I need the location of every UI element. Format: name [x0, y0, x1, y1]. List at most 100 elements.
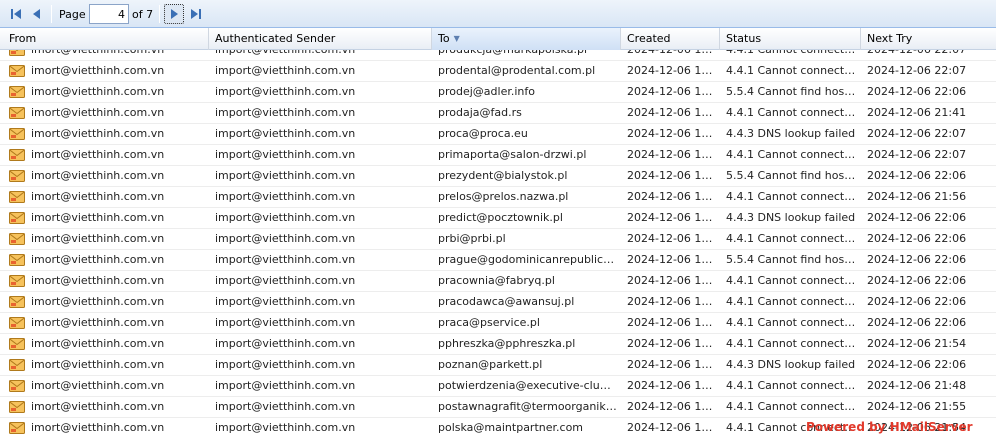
cell-to: pphreszka@pphreszka.pl	[438, 337, 576, 350]
cell-from: imort@vietthinh.com.vn	[31, 358, 165, 371]
page-count-label: of 7	[132, 8, 154, 21]
cell-authenticated-sender: import@vietthinh.com.vn	[215, 148, 356, 161]
column-header-next-try[interactable]: Next Try	[861, 28, 996, 50]
cell-status: 4.4.3 DNS lookup failed	[726, 358, 856, 371]
envelope-icon	[9, 191, 25, 203]
table-row[interactable]: imort@vietthinh.com.vn import@vietthinh.c…	[0, 145, 996, 166]
envelope-icon	[9, 128, 25, 140]
toolbar-separator	[51, 5, 52, 23]
column-header-label: To	[438, 32, 450, 45]
table-row[interactable]: imort@vietthinh.com.vn import@vietthinh.c…	[0, 208, 996, 229]
table-row[interactable]: imort@vietthinh.com.vn import@vietthinh.c…	[0, 313, 996, 334]
cell-next-try: 2024-12-06 22:06	[867, 85, 967, 98]
cell-to: prodej@adler.info	[438, 85, 535, 98]
column-header-to[interactable]: To ▼	[432, 28, 621, 50]
cell-to: pracodawca@awansuj.pl	[438, 295, 575, 308]
cell-created: 2024-12-06 1…	[627, 211, 713, 224]
cell-created: 2024-12-06 1…	[627, 337, 713, 350]
cell-authenticated-sender: import@vietthinh.com.vn	[215, 421, 356, 434]
cell-from: imort@vietthinh.com.vn	[31, 232, 165, 245]
column-header-created[interactable]: Created	[621, 28, 720, 50]
envelope-icon	[9, 50, 25, 56]
cell-status: 5.5.4 Cannot find hos…	[726, 85, 856, 98]
column-header-from[interactable]: From	[0, 28, 209, 50]
cell-from: imort@vietthinh.com.vn	[31, 64, 165, 77]
table-row[interactable]: imort@vietthinh.com.vn import@vietthinh.c…	[0, 103, 996, 124]
cell-created: 2024-12-06 1…	[627, 379, 713, 392]
cell-authenticated-sender: import@vietthinh.com.vn	[215, 50, 430, 60]
cell-to: pracownia@fabryq.pl	[438, 274, 555, 287]
cell-next-try: 2024-12-06 21:56	[867, 190, 967, 203]
table-row[interactable]: imort@vietthinh.com.vn import@vietthinh.c…	[0, 292, 996, 313]
envelope-icon	[9, 212, 25, 224]
last-page-button[interactable]	[186, 4, 206, 24]
envelope-icon	[9, 65, 25, 77]
table-row[interactable]: imort@vietthinh.com.vn import@vietthinh.c…	[0, 187, 996, 208]
envelope-icon	[9, 380, 25, 392]
table-row[interactable]: imort@vietthinh.com.vn import@vietthinh.c…	[0, 376, 996, 397]
cell-next-try: 2024-12-06 22:06	[867, 211, 967, 224]
cell-next-try: 2024-12-06 22:06	[867, 253, 967, 266]
cell-created: 2024-12-06 1…	[627, 106, 713, 119]
cell-from: imort@vietthinh.com.vn	[31, 127, 165, 140]
cell-created: 2024-12-06 1…	[627, 421, 713, 434]
table-row[interactable]: imort@vietthinh.com.vn import@vietthinh.c…	[0, 61, 996, 82]
cell-from: imort@vietthinh.com.vn	[31, 190, 165, 203]
table-row[interactable]: imort@vietthinh.com.vn import@vietthinh.c…	[0, 50, 996, 61]
envelope-icon	[9, 86, 25, 98]
cell-to: prezydent@bialystok.pl	[438, 169, 568, 182]
cell-to: potwierdzenia@executive-clu…	[438, 379, 611, 392]
cell-authenticated-sender: import@vietthinh.com.vn	[215, 379, 356, 392]
cell-to: praca@pservice.pl	[438, 316, 540, 329]
cell-from: imort@vietthinh.com.vn	[31, 106, 165, 119]
cell-next-try: 2024-12-06 21:48	[867, 379, 967, 392]
cell-status: 4.4.3 DNS lookup failed	[726, 127, 856, 140]
table-row[interactable]: imort@vietthinh.com.vn import@vietthinh.c…	[0, 250, 996, 271]
envelope-icon	[9, 359, 25, 371]
grid-body[interactable]: imort@vietthinh.com.vn import@vietthinh.c…	[0, 50, 996, 435]
cell-to: proca@proca.eu	[438, 127, 528, 140]
cell-next-try: 2024-12-06 22:06	[867, 295, 967, 308]
column-header-status[interactable]: Status	[720, 28, 861, 50]
cell-created: 2024-12-06 1…	[627, 190, 713, 203]
next-page-button[interactable]	[164, 4, 184, 24]
first-page-button[interactable]	[6, 4, 26, 24]
cell-created: 2024-12-06 1…	[627, 232, 713, 245]
table-row[interactable]: imort@vietthinh.com.vn import@vietthinh.c…	[0, 124, 996, 145]
prev-page-button[interactable]	[27, 4, 47, 24]
cell-next-try: 2024-12-06 22:06	[867, 274, 967, 287]
cell-authenticated-sender: import@vietthinh.com.vn	[215, 64, 356, 77]
table-row[interactable]: imort@vietthinh.com.vn import@vietthinh.c…	[0, 355, 996, 376]
column-header-label: Status	[726, 32, 762, 45]
cell-to: prague@godominicanrepublic…	[438, 253, 615, 266]
page-number-input[interactable]	[89, 4, 129, 24]
first-page-icon	[11, 9, 21, 19]
grid-rows: imort@vietthinh.com.vn import@vietthinh.c…	[0, 50, 996, 435]
envelope-icon	[9, 275, 25, 287]
cell-next-try: 2024-12-06 21:55	[867, 400, 967, 413]
table-row[interactable]: imort@vietthinh.com.vn import@vietthinh.c…	[0, 334, 996, 355]
table-row[interactable]: imort@vietthinh.com.vn import@vietthinh.c…	[0, 271, 996, 292]
table-row[interactable]: imort@vietthinh.com.vn import@vietthinh.c…	[0, 166, 996, 187]
cell-from: imort@vietthinh.com.vn	[31, 274, 165, 287]
envelope-icon	[9, 422, 25, 434]
cell-created: 2024-12-06 1…	[627, 85, 713, 98]
cell-to: prelos@prelos.nazwa.pl	[438, 190, 569, 203]
cell-authenticated-sender: import@vietthinh.com.vn	[215, 295, 356, 308]
table-row[interactable]: imort@vietthinh.com.vn import@vietthinh.c…	[0, 229, 996, 250]
cell-status: 4.4.1 Cannot connect…	[726, 50, 859, 60]
cell-status: 4.4.3 DNS lookup failed	[726, 211, 856, 224]
table-row[interactable]: imort@vietthinh.com.vn import@vietthinh.c…	[0, 82, 996, 103]
column-header-label: Created	[627, 32, 671, 45]
cell-from: imort@vietthinh.com.vn	[31, 148, 165, 161]
cell-created: 2024-12-06 1…	[627, 169, 713, 182]
cell-to: prodental@prodental.com.pl	[438, 64, 596, 77]
cell-authenticated-sender: import@vietthinh.com.vn	[215, 106, 356, 119]
table-row[interactable]: imort@vietthinh.com.vn import@vietthinh.c…	[0, 397, 996, 418]
cell-next-try: 2024-12-06 22:07	[867, 64, 967, 77]
column-header-label: Authenticated Sender	[215, 32, 336, 45]
cell-status: 4.4.1 Cannot connect…	[726, 400, 856, 413]
cell-to: prodaja@fad.rs	[438, 106, 522, 119]
column-header-authenticated-sender[interactable]: Authenticated Sender	[209, 28, 432, 50]
cell-authenticated-sender: import@vietthinh.com.vn	[215, 337, 356, 350]
